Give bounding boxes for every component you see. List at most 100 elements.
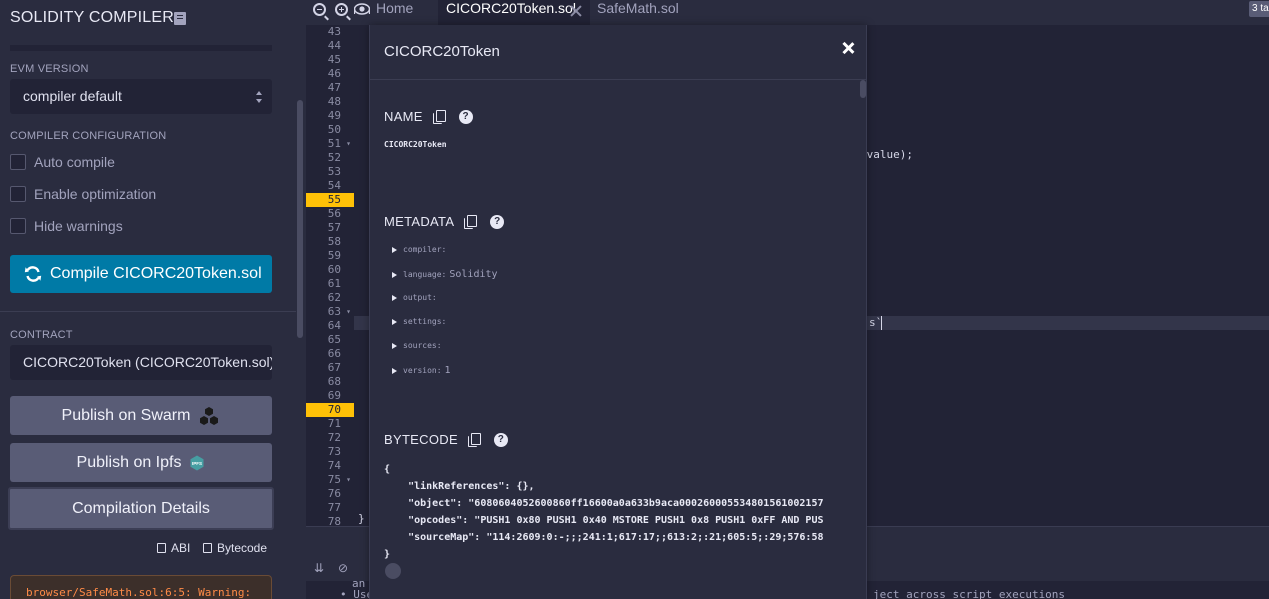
- close-tab-icon[interactable]: [570, 5, 582, 17]
- line-number[interactable]: 55: [306, 193, 354, 207]
- metadata-key: version:: [403, 366, 442, 375]
- line-number[interactable]: 48: [306, 95, 354, 109]
- auto-compile-option[interactable]: Auto compile: [10, 153, 115, 171]
- select-arrows-icon: [256, 91, 263, 103]
- line-number[interactable]: 56: [306, 207, 354, 221]
- line-number[interactable]: 51 ▾: [306, 137, 354, 151]
- line-number[interactable]: 71: [306, 417, 354, 431]
- line-number[interactable]: 66: [306, 347, 354, 361]
- fold-toggle-icon[interactable]: ▾: [346, 137, 351, 151]
- line-number-text: 51: [327, 137, 341, 150]
- docs-icon[interactable]: [174, 12, 186, 25]
- panel-scrollbar[interactable]: [296, 0, 306, 599]
- line-number[interactable]: 61: [306, 277, 354, 291]
- compile-button[interactable]: Compile CICORC20Token.sol: [10, 255, 272, 293]
- clear-console-icon[interactable]: ⊘: [338, 561, 348, 575]
- zoom-out-icon[interactable]: [313, 3, 326, 16]
- line-number[interactable]: 45: [306, 53, 354, 67]
- hide-warnings-option[interactable]: Hide warnings: [10, 217, 123, 235]
- tab-safemath[interactable]: SafeMath.sol: [597, 0, 679, 25]
- modal-scrollbar[interactable]: [860, 80, 866, 599]
- line-number[interactable]: 63 ▾: [306, 305, 354, 319]
- zoom-in-icon[interactable]: [335, 3, 348, 16]
- publish-swarm-button[interactable]: Publish on Swarm: [10, 396, 272, 435]
- line-number[interactable]: 69: [306, 389, 354, 403]
- closing-brace: }: [358, 512, 365, 525]
- line-number[interactable]: 54: [306, 179, 354, 193]
- tab-count-badge[interactable]: 3 tabs: [1249, 1, 1269, 17]
- line-number[interactable]: 46: [306, 67, 354, 81]
- expand-icon[interactable]: [392, 342, 397, 349]
- compilation-details-button[interactable]: Compilation Details: [8, 487, 274, 530]
- line-number[interactable]: 67: [306, 361, 354, 375]
- line-number[interactable]: 44: [306, 39, 354, 53]
- help-icon[interactable]: ?: [458, 109, 473, 124]
- copy-icon[interactable]: [467, 433, 481, 447]
- line-number[interactable]: 43: [306, 25, 354, 39]
- line-number[interactable]: 60: [306, 263, 354, 277]
- line-number[interactable]: 64: [306, 319, 354, 333]
- expand-icon[interactable]: [392, 271, 397, 278]
- metadata-item[interactable]: compiler:: [392, 245, 449, 254]
- line-number-text: 47: [327, 81, 341, 94]
- evm-version-select[interactable]: compiler default: [10, 79, 272, 114]
- warning-message: browser/SafeMath.sol:6:5: Warning:: [10, 575, 272, 599]
- auto-compile-checkbox[interactable]: [10, 154, 26, 170]
- metadata-item[interactable]: settings:: [392, 317, 449, 326]
- line-number[interactable]: 77: [306, 501, 354, 515]
- fold-toggle-icon[interactable]: ▾: [346, 473, 351, 487]
- line-number[interactable]: 70: [306, 403, 354, 417]
- line-number[interactable]: 73: [306, 445, 354, 459]
- abi-link[interactable]: ABI: [157, 541, 190, 555]
- line-number[interactable]: 50: [306, 123, 354, 137]
- metadata-item[interactable]: version: 1: [392, 365, 451, 376]
- line-number[interactable]: 62: [306, 291, 354, 305]
- line-number[interactable]: 58: [306, 235, 354, 249]
- expand-icon[interactable]: [392, 318, 397, 325]
- line-number-text: 56: [327, 207, 341, 220]
- expand-icon[interactable]: [392, 367, 397, 374]
- line-number[interactable]: 53: [306, 165, 354, 179]
- enable-optimization-option[interactable]: Enable optimization: [10, 185, 156, 203]
- copy-icon: [157, 543, 166, 553]
- tab-cicorc20token[interactable]: CICORC20Token.sol: [438, 0, 590, 25]
- line-number[interactable]: 74: [306, 459, 354, 473]
- metadata-item[interactable]: output:: [392, 293, 440, 302]
- modal-scrollbar-thumb[interactable]: [860, 80, 866, 98]
- copy-icon[interactable]: [464, 215, 478, 229]
- evm-version-value: compiler default: [23, 88, 122, 104]
- line-number[interactable]: 68: [306, 375, 354, 389]
- bytecode-link[interactable]: Bytecode: [203, 541, 267, 555]
- line-number[interactable]: 52: [306, 151, 354, 165]
- tab-home-label: Home: [376, 0, 414, 16]
- expand-icon[interactable]: [392, 294, 397, 301]
- metadata-item[interactable]: language: Solidity: [392, 269, 498, 280]
- solidity-compiler-panel: SOLIDITY COMPILER EVM VERSION compiler d…: [0, 0, 296, 599]
- help-icon[interactable]: ?: [490, 214, 505, 229]
- line-number[interactable]: 72: [306, 431, 354, 445]
- copy-icon[interactable]: [432, 110, 446, 124]
- help-icon[interactable]: ?: [493, 432, 508, 447]
- line-number[interactable]: 76: [306, 487, 354, 501]
- panel-scrollbar-thumb[interactable]: [297, 100, 303, 338]
- line-number[interactable]: 57: [306, 221, 354, 235]
- enable-optimization-label: Enable optimization: [34, 186, 157, 202]
- expand-icon[interactable]: [392, 246, 397, 253]
- hide-warnings-checkbox[interactable]: [10, 218, 26, 234]
- publish-ipfs-button[interactable]: Publish on Ipfs IPFS: [10, 443, 272, 482]
- line-number[interactable]: 49: [306, 109, 354, 123]
- hide-warnings-label: Hide warnings: [34, 218, 123, 234]
- line-number-text: 69: [327, 389, 341, 402]
- fold-toggle-icon[interactable]: ▾: [346, 305, 351, 319]
- collapse-terminal-icon[interactable]: ⇊: [314, 561, 324, 575]
- line-number[interactable]: 75 ▾: [306, 473, 354, 487]
- line-number[interactable]: 65: [306, 333, 354, 347]
- metadata-item[interactable]: sources:: [392, 341, 445, 350]
- line-gutter[interactable]: 43 44 45 46 47 48 49 50 51 ▾ 52 53 54 55 56 57 58 59 60 61 6…: [306, 25, 354, 528]
- compile-button-label: Compile CICORC20Token.sol: [50, 265, 262, 282]
- line-number[interactable]: 59: [306, 249, 354, 263]
- contract-select[interactable]: CICORC20Token (CICORC20Token.sol): [10, 345, 272, 380]
- close-icon[interactable]: [841, 41, 855, 55]
- line-number[interactable]: 47: [306, 81, 354, 95]
- enable-optimization-checkbox[interactable]: [10, 186, 26, 202]
